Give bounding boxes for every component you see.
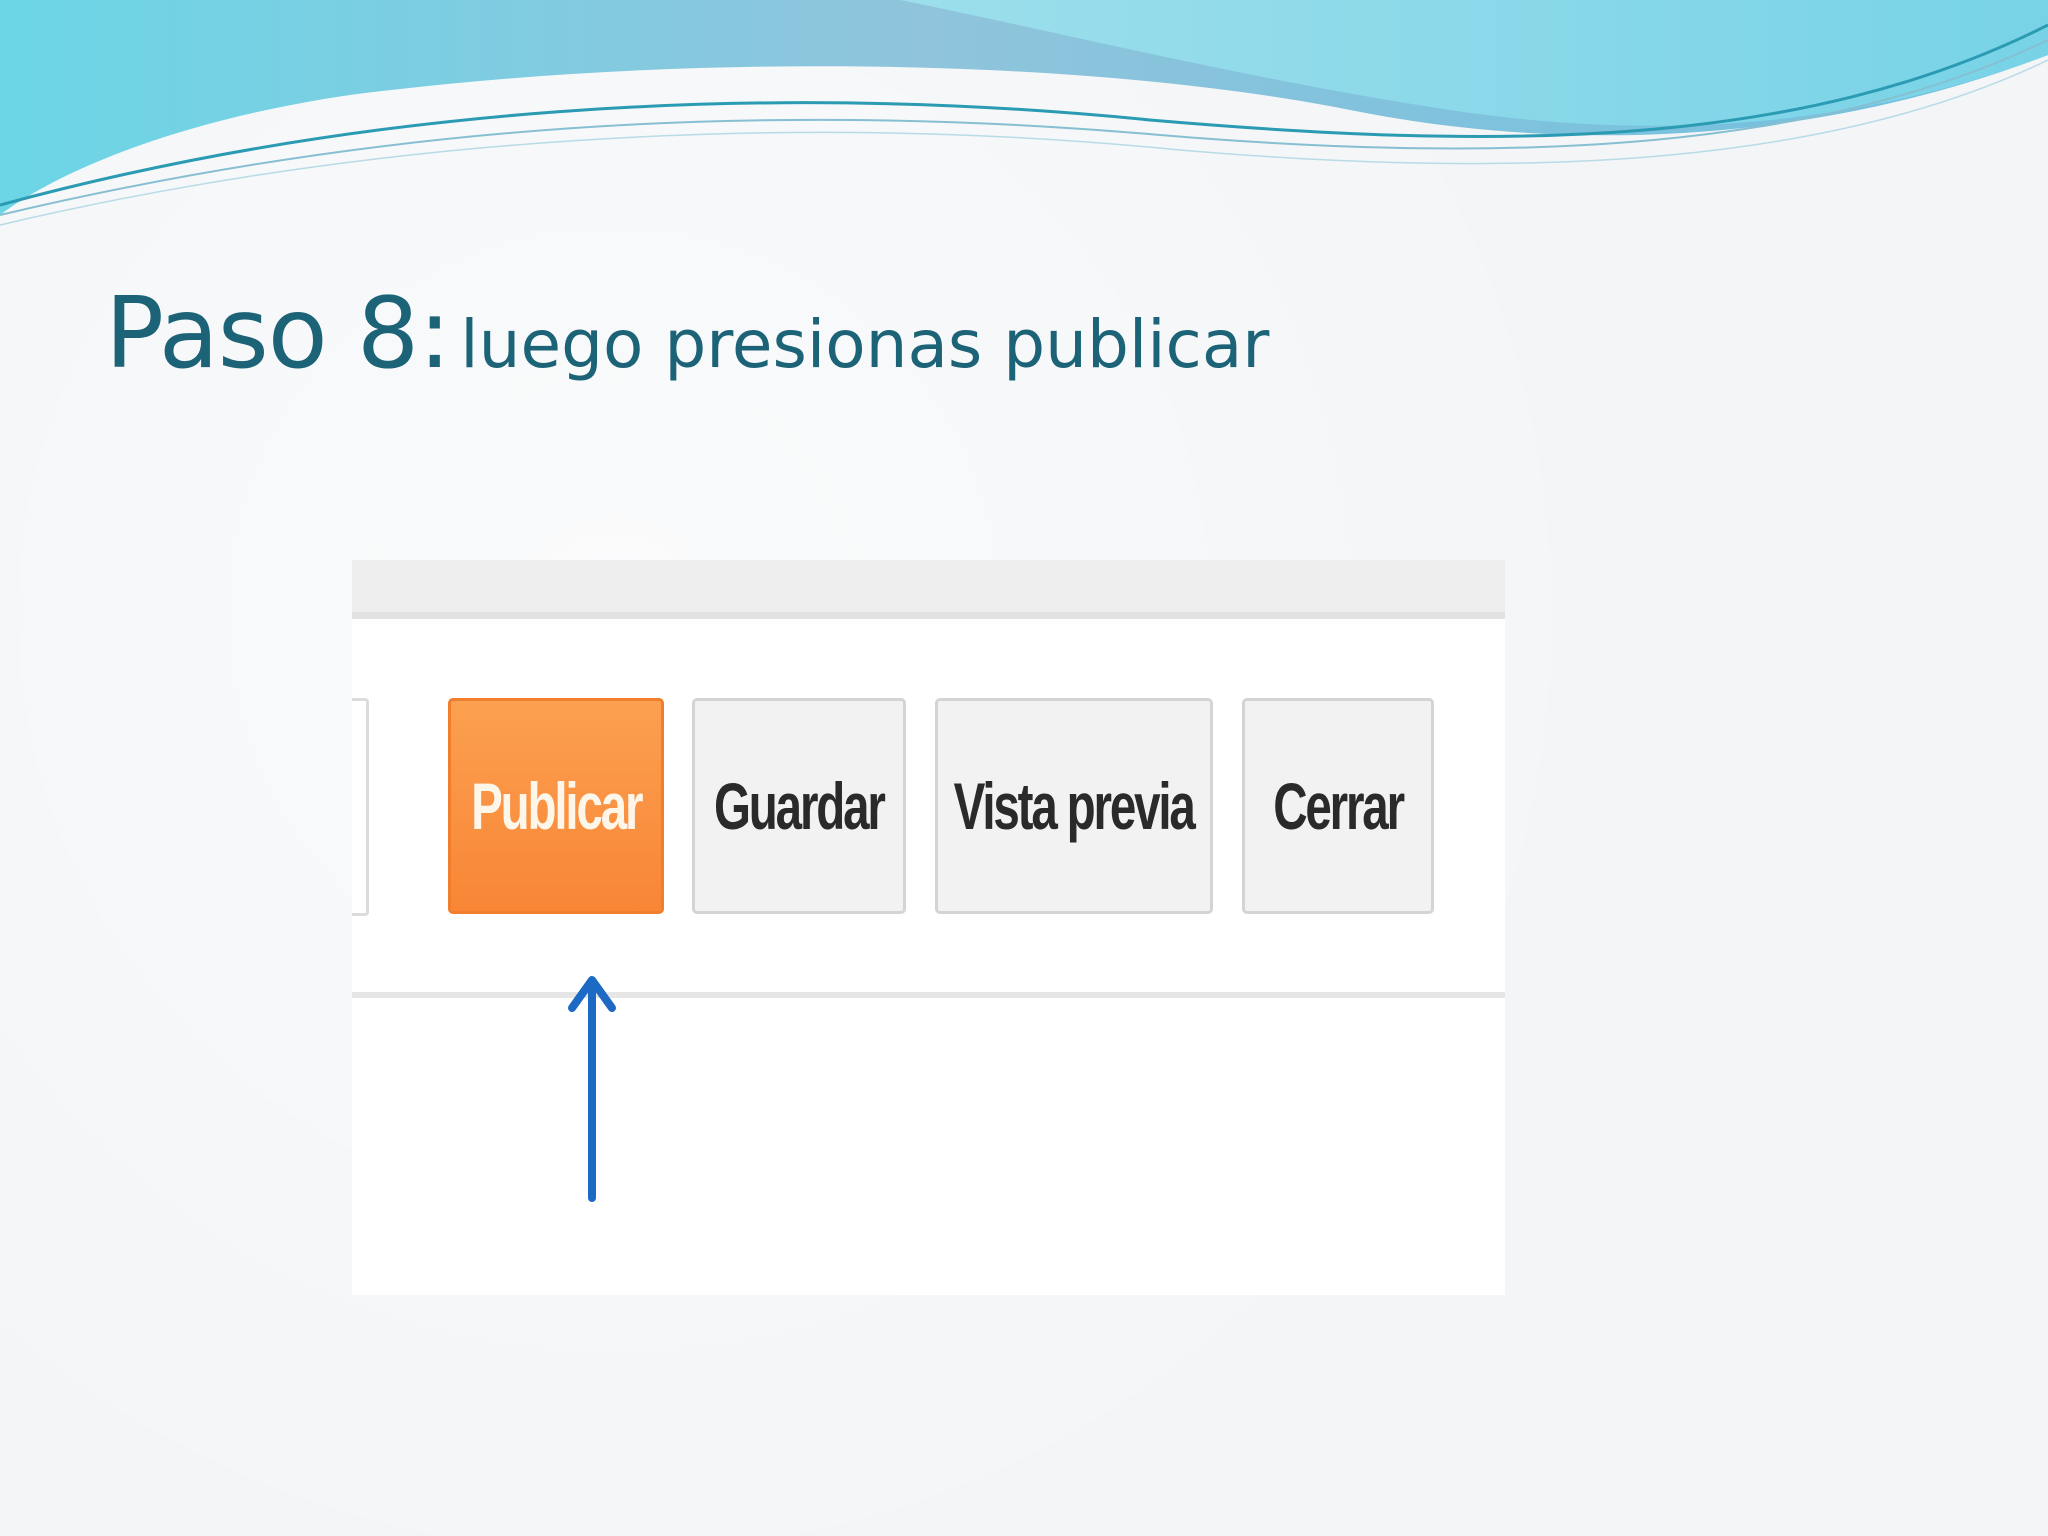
publish-button[interactable]: Publicar xyxy=(448,698,664,914)
slide-title-step: Paso 8: xyxy=(105,277,451,391)
toolbar-divider xyxy=(352,992,1505,998)
close-button[interactable]: Cerrar xyxy=(1242,698,1434,914)
partial-control xyxy=(352,698,369,916)
save-button-label: Guardar xyxy=(714,769,886,843)
preview-button[interactable]: Vista previa xyxy=(935,698,1213,914)
preview-button-label: Vista previa xyxy=(953,769,1196,843)
publish-button-label: Publicar xyxy=(470,769,643,843)
close-button-label: Cerrar xyxy=(1273,769,1405,843)
slide-title: Paso 8: luego presionas publicar xyxy=(105,285,1269,383)
arrow-up-icon xyxy=(568,976,616,1202)
toolbar-header-bar xyxy=(352,560,1505,619)
header-wave-decoration xyxy=(0,0,2048,226)
slide-title-instruction: luego presionas publicar xyxy=(460,306,1270,383)
editor-toolbar-screenshot: Publicar Guardar Vista previa Cerrar xyxy=(352,560,1505,1295)
save-button[interactable]: Guardar xyxy=(692,698,906,914)
